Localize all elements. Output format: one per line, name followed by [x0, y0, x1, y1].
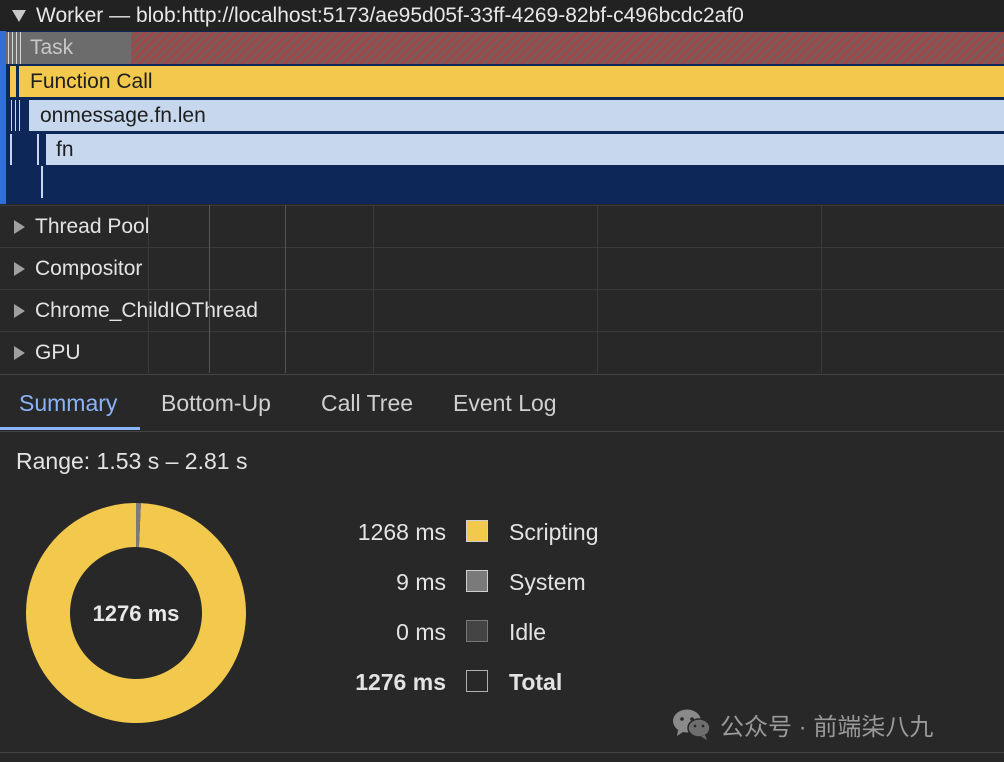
tab-event-log[interactable]: Event Log: [453, 375, 557, 431]
expand-triangle-icon[interactable]: [12, 9, 26, 22]
tab-summary[interactable]: Summary: [19, 375, 117, 431]
track-label: GPU: [35, 340, 81, 364]
summary-range: Range: 1.53 s – 2.81 s: [16, 448, 248, 474]
details-tab-bar: Summary Bottom-Up Call Tree Event Log: [0, 374, 1004, 432]
function-call-label: Function Call: [30, 70, 153, 93]
legend-label-total: Total: [509, 669, 563, 695]
onmessage-label: onmessage.fn.len: [40, 104, 206, 127]
task-small-events: [8, 32, 22, 64]
track-thread-pool[interactable]: Thread Pool: [0, 205, 1004, 247]
worker-title: Worker — blob:http://localhost:5173/ae95…: [36, 3, 744, 27]
legend-value-total: 1276 ms: [355, 669, 446, 695]
active-tab-indicator: [0, 427, 140, 430]
expand-triangle-icon[interactable]: [14, 219, 25, 234]
fn-label: fn: [56, 138, 74, 161]
legend-label-scripting: Scripting: [509, 519, 599, 545]
expand-triangle-icon[interactable]: [14, 345, 25, 360]
function-call-sliver[interactable]: [10, 66, 16, 97]
task-long-task-hatch: [131, 32, 1004, 64]
expand-triangle-icon[interactable]: [14, 303, 25, 318]
function-call-event-bar[interactable]: [19, 66, 1004, 97]
track-label: Thread Pool: [35, 214, 150, 238]
legend-label-idle: Idle: [509, 619, 547, 645]
legend-swatch-idle: [466, 620, 488, 642]
watermark-text: 公众号 · 前端柒八九: [720, 713, 934, 741]
tab-call-tree[interactable]: Call Tree: [321, 375, 413, 431]
expand-triangle-icon[interactable]: [14, 261, 25, 276]
wechat-logo-icon: [673, 709, 711, 740]
legend-swatch-scripting: [466, 520, 488, 542]
track-label: Chrome_ChildIOThread: [35, 298, 258, 322]
fn-small-event: [10, 134, 12, 165]
fn-small-event: [37, 134, 39, 165]
legend-value-idle: 0 ms: [396, 619, 446, 645]
panel-bottom-border: [0, 752, 1004, 753]
track-compositor[interactable]: Compositor: [0, 247, 1004, 289]
tab-bottom-up[interactable]: Bottom-Up: [161, 375, 271, 431]
onmessage-small-events: [11, 100, 23, 131]
track-chrome-childiothread[interactable]: Chrome_ChildIOThread: [0, 289, 1004, 331]
worker-track-header[interactable]: Worker — blob:http://localhost:5173/ae95…: [0, 0, 1004, 31]
legend-label-system: System: [509, 569, 586, 595]
task-label: Task: [30, 36, 74, 59]
track-gpu[interactable]: GPU: [0, 331, 1004, 373]
track-label: Compositor: [35, 256, 143, 280]
legend-value-system: 9 ms: [396, 569, 446, 595]
fn-event-bar[interactable]: [46, 134, 1004, 165]
legend-value-scripting: 1268 ms: [357, 519, 446, 545]
legend-swatch-total: [466, 670, 488, 692]
wechat-watermark: 公众号 · 前端柒八九: [672, 704, 933, 744]
legend-swatch-system: [466, 570, 488, 592]
fn-child-event: [41, 166, 43, 198]
